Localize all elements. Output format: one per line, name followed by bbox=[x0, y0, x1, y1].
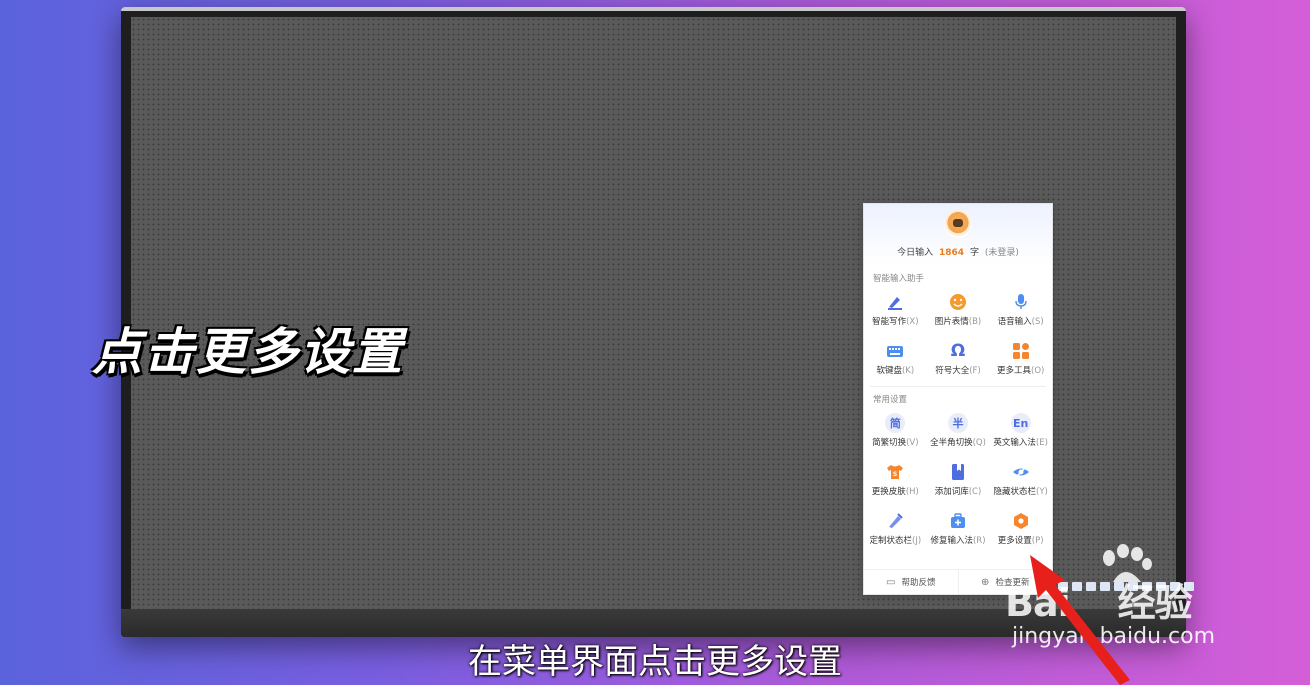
simplified-icon: 简 bbox=[885, 413, 906, 433]
subtitle-caption: 在菜单界面点击更多设置 bbox=[468, 642, 842, 682]
menu-item-custom-statusbar[interactable]: 定制状态栏(J) bbox=[864, 507, 927, 552]
smart-tools-grid: 智能写作(X) 图片表情(B) 语音输入(S) 软键盘(K) Ω 符号大全(F) bbox=[864, 286, 1052, 386]
ime-menu-panel: 今日输入 1864 字 (未登录) 智能输入助手 智能写作(X) 图片表情(B)… bbox=[863, 203, 1053, 595]
eye-hidden-icon bbox=[1011, 462, 1031, 482]
menu-item-voice[interactable]: 语音输入(S) bbox=[989, 288, 1052, 333]
menu-item-symbols[interactable]: Ω 符号大全(F) bbox=[927, 337, 990, 382]
today-count: 1864 bbox=[939, 248, 965, 258]
menu-item-english-ime[interactable]: En 英文输入法(E) bbox=[989, 409, 1052, 454]
toolbox-icon bbox=[948, 511, 968, 531]
menu-item-soft-keyboard[interactable]: 软键盘(K) bbox=[864, 337, 927, 382]
halfwidth-icon: 半 bbox=[947, 413, 968, 433]
hex-gear-icon bbox=[1011, 511, 1031, 531]
apps-icon bbox=[1011, 341, 1031, 361]
menu-item-smart-write[interactable]: 智能写作(X) bbox=[864, 288, 927, 333]
pen-icon bbox=[885, 292, 905, 312]
menu-item-add-dictionary[interactable]: 添加词库(C) bbox=[927, 458, 990, 503]
section-title-smart: 智能输入助手 bbox=[873, 274, 925, 284]
microphone-icon bbox=[1011, 292, 1031, 312]
smiley-icon bbox=[948, 292, 968, 312]
menu-item-repair-ime[interactable]: 修复输入法(R) bbox=[927, 507, 990, 552]
chat-icon: ▭ bbox=[886, 576, 896, 588]
shirt-icon: S bbox=[885, 462, 905, 482]
section-title-common: 常用设置 bbox=[873, 395, 908, 405]
bookmark-icon bbox=[948, 462, 968, 482]
svg-text:S: S bbox=[893, 471, 897, 478]
menu-item-more-tools[interactable]: 更多工具(O) bbox=[989, 337, 1052, 382]
english-icon: En bbox=[1010, 413, 1031, 433]
help-feedback-button[interactable]: ▭ 帮助反馈 bbox=[864, 570, 959, 594]
upload-circle-icon: ⊕ bbox=[981, 576, 990, 588]
menu-item-hide-statusbar[interactable]: 隐藏状态栏(Y) bbox=[989, 458, 1052, 503]
common-settings-grid: 简 简繁切换(V) 半 全半角切换(Q) En 英文输入法(E) S 更换皮肤(… bbox=[864, 407, 1052, 556]
menu-item-change-skin[interactable]: S 更换皮肤(H) bbox=[864, 458, 927, 503]
menu-item-full-half[interactable]: 半 全半角切换(Q) bbox=[927, 409, 990, 454]
monitor-bezel bbox=[121, 7, 1186, 11]
today-unit: 字 bbox=[969, 248, 979, 258]
overlay-title: 点击更多设置 bbox=[92, 323, 404, 381]
menu-header: 今日输入 1864 字 (未登录) bbox=[864, 204, 1052, 266]
menu-item-simp-trad[interactable]: 简 简繁切换(V) bbox=[864, 409, 927, 454]
avatar[interactable] bbox=[944, 210, 972, 238]
omega-icon: Ω bbox=[950, 341, 966, 361]
menu-item-emoji[interactable]: 图片表情(B) bbox=[927, 288, 990, 333]
today-prefix: 今日输入 bbox=[897, 248, 934, 258]
today-input-stats: 今日输入 1864 字 (未登录) bbox=[864, 245, 1052, 258]
keyboard-icon bbox=[885, 341, 905, 361]
brush-icon bbox=[885, 511, 905, 531]
login-note[interactable]: (未登录) bbox=[985, 248, 1019, 258]
